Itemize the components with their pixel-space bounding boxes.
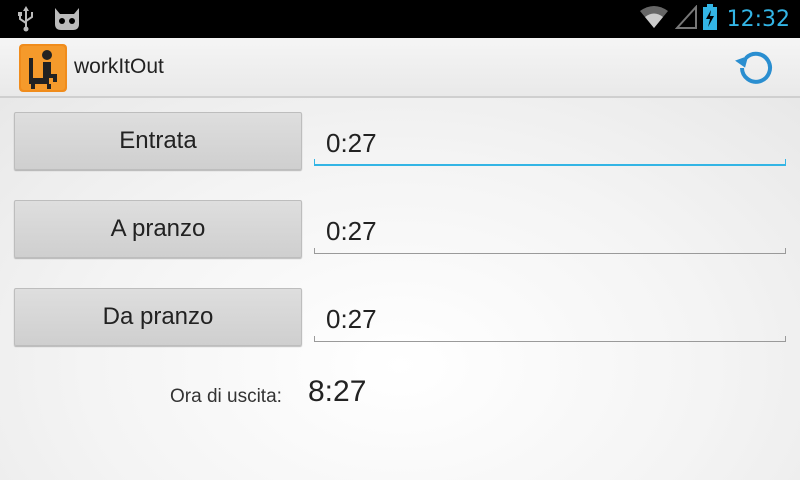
field-tick-right: [785, 336, 786, 342]
status-time: 12:32: [726, 6, 790, 32]
cyanogenmod-icon: [52, 6, 82, 37]
exit-time-value: 8:27: [308, 375, 367, 408]
field-tick-left: [314, 248, 315, 254]
a-pranzo-time-value: 0:27: [326, 216, 377, 246]
entrata-time-field[interactable]: 0:27: [314, 116, 786, 166]
field-tick-right: [785, 248, 786, 254]
field-tick-left: [314, 336, 315, 342]
field-tick-right: [785, 159, 786, 166]
signal-icon: [674, 3, 697, 34]
wifi-icon: [639, 5, 669, 34]
da-pranzo-time-value: 0:27: [326, 304, 377, 334]
action-bar: workItOut: [0, 38, 800, 98]
app-title: workItOut: [74, 55, 164, 78]
da-pranzo-button[interactable]: Da pranzo: [14, 288, 302, 346]
usb-icon: [16, 6, 36, 37]
a-pranzo-button[interactable]: A pranzo: [14, 200, 302, 258]
exit-time-label: Ora di uscita:: [170, 386, 282, 407]
battery-charging-icon: [702, 3, 717, 35]
da-pranzo-time-field[interactable]: 0:27: [314, 292, 786, 342]
app-launcher-icon[interactable]: [19, 44, 67, 92]
entrata-button[interactable]: Entrata: [14, 112, 302, 170]
a-pranzo-time-field[interactable]: 0:27: [314, 204, 786, 254]
main-content: Entrata 0:27 A pranzo 0:27 Da pranzo 0:2…: [0, 98, 800, 480]
field-underline: [314, 164, 786, 166]
field-underline: [314, 341, 786, 342]
field-tick-left: [314, 159, 315, 166]
field-underline: [314, 253, 786, 254]
entrata-time-value: 0:27: [326, 128, 377, 158]
status-bar: 12:32: [0, 0, 800, 38]
refresh-icon[interactable]: [732, 48, 780, 88]
